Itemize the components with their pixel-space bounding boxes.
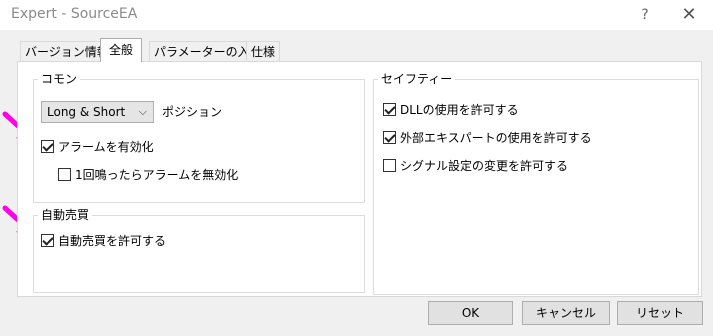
alert-once-checkbox[interactable] xyxy=(58,168,71,181)
tab-specifications[interactable]: 仕様 xyxy=(246,41,281,62)
allow-external-experts-checkbox[interactable] xyxy=(383,131,396,144)
allow-signal-settings-label: シグナル設定の変更を許可する xyxy=(400,159,569,173)
reset-button[interactable]: リセット xyxy=(617,301,703,325)
auto-trade-group xyxy=(33,215,365,293)
tab-general[interactable]: 全般 xyxy=(100,38,143,62)
allow-dll-label: DLLの使用を許可する xyxy=(400,103,519,117)
position-type-value: Long & Short xyxy=(47,105,126,119)
allow-signal-settings-checkbox[interactable] xyxy=(383,159,396,172)
title-bar: Expert - SourceEA ? ✕ xyxy=(0,0,713,30)
general-tab-panel: コモン Long & Short ⌵ ポジション アラームを有効化 1回鳴ったら… xyxy=(17,61,702,297)
alert-enable-checkbox[interactable] xyxy=(41,140,54,153)
safety-group-title: セイフティー xyxy=(378,72,456,86)
auto-trade-group-title: 自動売買 xyxy=(38,208,93,222)
position-label: ポジション xyxy=(162,105,223,119)
position-type-select[interactable]: Long & Short ⌵ xyxy=(41,101,154,123)
allow-external-experts-label: 外部エキスパートの使用を許可する xyxy=(400,131,592,145)
ok-button[interactable]: OK xyxy=(428,301,513,325)
alert-once-label: 1回鳴ったらアラームを無効化 xyxy=(75,168,239,182)
allow-dll-checkbox[interactable] xyxy=(383,103,396,116)
help-button[interactable]: ? xyxy=(634,4,656,26)
close-button[interactable]: ✕ xyxy=(676,4,702,26)
auto-trade-checkbox[interactable] xyxy=(41,234,54,247)
auto-trade-label: 自動売買を許可する xyxy=(58,234,167,248)
window-title: Expert - SourceEA xyxy=(11,6,138,22)
common-group-title: コモン xyxy=(38,72,81,86)
cancel-button[interactable]: キャンセル xyxy=(522,301,610,325)
alert-enable-label: アラームを有効化 xyxy=(58,140,154,154)
chevron-down-icon: ⌵ xyxy=(138,105,147,118)
